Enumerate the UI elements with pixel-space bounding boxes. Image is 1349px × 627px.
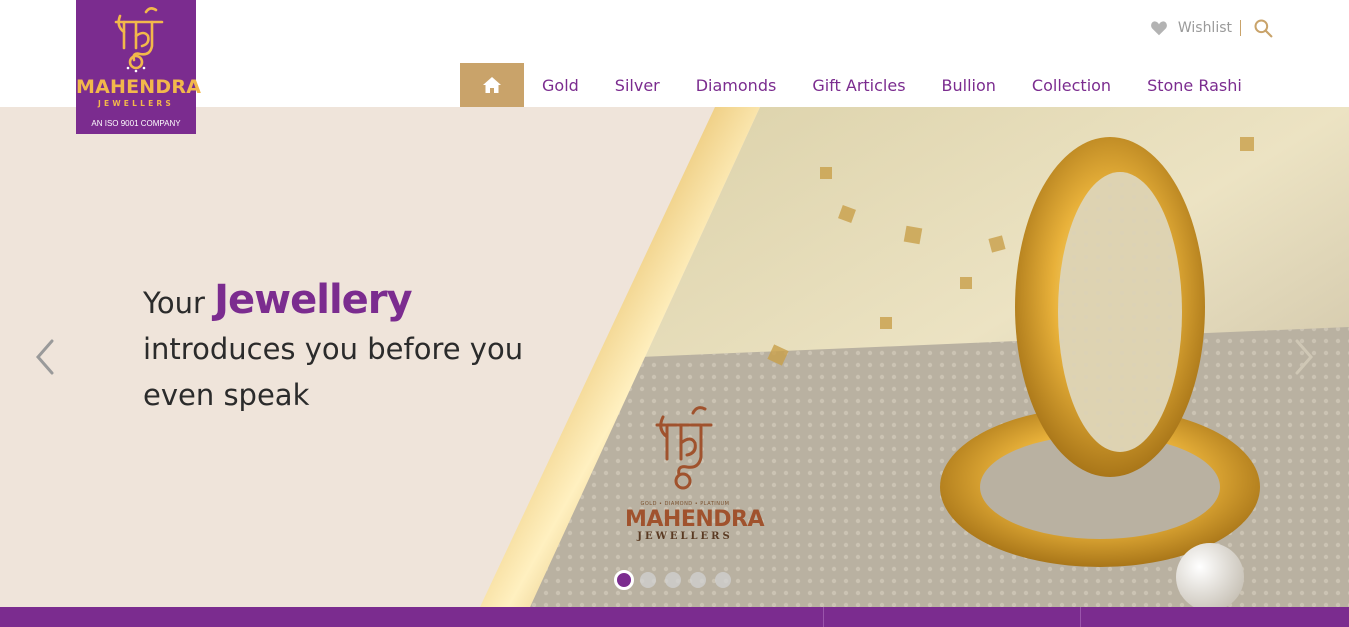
utility-divider xyxy=(1240,20,1241,36)
hero-brand-watermark: GOLD • DIAMOND • PLATINUM MAHENDRA JEWEL… xyxy=(625,397,765,557)
brand-logo[interactable]: MAHENDRA JEWELLERS AN ISO 9001 COMPANY xyxy=(76,0,202,134)
hero-headline: Your Jewellery introduces you before you… xyxy=(143,277,603,418)
headline-prefix: Your xyxy=(143,286,205,320)
nav-item-bullion[interactable]: Bullion xyxy=(942,76,996,95)
watermark-subname: JEWELLERS xyxy=(637,531,733,542)
slider-dot-2[interactable] xyxy=(640,572,656,588)
hero-slider: Your Jewellery introduces you before you… xyxy=(0,107,1349,607)
brand-name: MAHENDRA xyxy=(76,76,202,98)
search-icon[interactable] xyxy=(1253,18,1273,38)
slider-prev-arrow[interactable] xyxy=(30,337,60,377)
slider-pagination xyxy=(614,570,740,590)
wishlist-link[interactable]: Wishlist xyxy=(1178,20,1232,36)
heart-icon[interactable] xyxy=(1150,20,1168,36)
brand-subname: JEWELLERS xyxy=(98,99,174,108)
watermark-logo-glyph xyxy=(655,406,713,490)
bar-divider xyxy=(1080,607,1081,627)
slider-dot-4[interactable] xyxy=(690,572,706,588)
iso-label: AN ISO 9001 COMPANY xyxy=(91,119,181,128)
site-header: MAHENDRA JEWELLERS AN ISO 9001 COMPANY W… xyxy=(0,0,1349,134)
top-utility-bar: Wishlist xyxy=(1150,18,1273,38)
bottom-category-bar xyxy=(0,607,1349,627)
nav-item-silver[interactable]: Silver xyxy=(615,76,660,95)
slider-dot-3[interactable] xyxy=(665,572,681,588)
nav-item-stone-rashi[interactable]: Stone Rashi xyxy=(1147,76,1242,95)
headline-line-2: introduces you before you xyxy=(143,332,524,366)
home-icon xyxy=(483,77,501,93)
headline-line-1: Your Jewellery xyxy=(143,277,603,326)
slider-dot-1[interactable] xyxy=(614,570,634,590)
nav-item-gift-articles[interactable]: Gift Articles xyxy=(812,76,905,95)
slider-dot-5[interactable] xyxy=(715,572,731,588)
nav-item-diamonds[interactable]: Diamonds xyxy=(696,76,777,95)
nav-item-collection[interactable]: Collection xyxy=(1032,76,1111,95)
headline-accent: Jewellery xyxy=(214,277,412,323)
nav-item-gold[interactable]: Gold xyxy=(542,76,579,95)
nav-home-button[interactable] xyxy=(460,63,524,107)
watermark-name: MAHENDRA xyxy=(625,507,765,532)
bar-divider xyxy=(823,607,824,627)
headline-line-3: even speak xyxy=(143,378,310,412)
mahendra-logo-glyph xyxy=(114,7,164,73)
slider-next-arrow[interactable] xyxy=(1289,337,1319,377)
main-nav: Gold Silver Diamonds Gift Articles Bulli… xyxy=(460,63,1260,107)
